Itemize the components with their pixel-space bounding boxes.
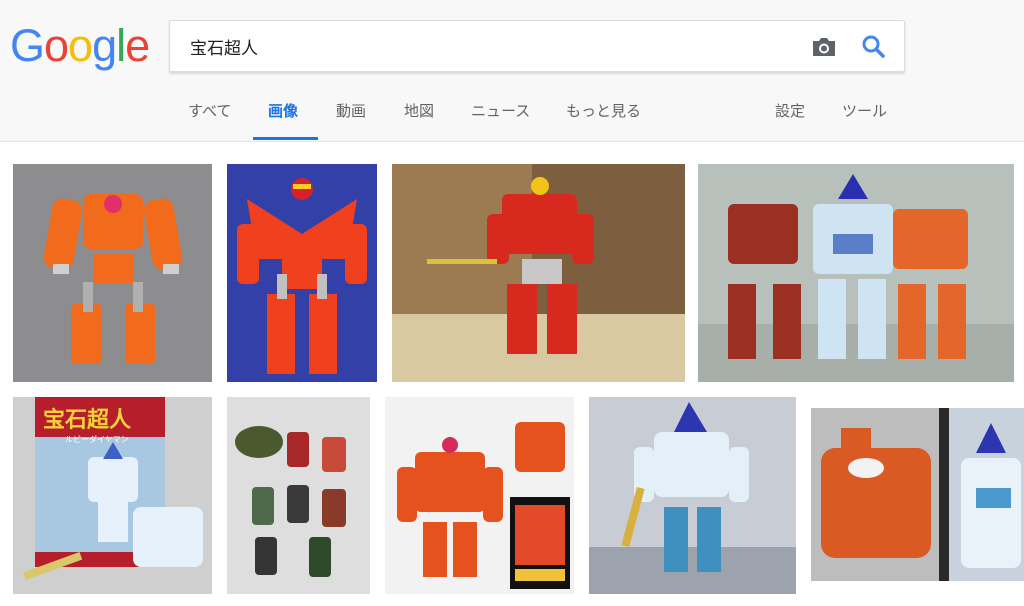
- tab-maps[interactable]: 地図: [404, 100, 434, 140]
- search-icon[interactable]: [860, 33, 888, 61]
- logo-letter-e: e: [125, 20, 150, 71]
- active-tab-indicator: [253, 137, 318, 140]
- image-result-8[interactable]: [589, 397, 796, 594]
- camera-icon[interactable]: [810, 35, 838, 59]
- logo-letter-o2: o: [68, 20, 93, 71]
- search-header: Google すべて 画像 動画 地図 ニュース もっと見る 設定 ツール: [0, 0, 1024, 142]
- image-result-6[interactable]: [227, 397, 370, 594]
- image-result-1[interactable]: [13, 164, 212, 382]
- settings-link[interactable]: 設定: [775, 100, 805, 140]
- image-result-5[interactable]: 宝石超人 ルビーダイヤマン: [13, 397, 212, 594]
- box-subtitle-text: ルビーダイヤマン: [65, 434, 129, 444]
- tab-images[interactable]: 画像: [268, 100, 298, 140]
- image-result-9[interactable]: [811, 408, 1024, 581]
- tab-more[interactable]: もっと見る: [566, 100, 641, 140]
- tab-videos[interactable]: 動画: [336, 100, 366, 140]
- image-result-2[interactable]: [227, 164, 377, 382]
- search-box: [169, 20, 905, 72]
- tab-all[interactable]: すべて: [188, 100, 231, 140]
- google-logo[interactable]: Google: [10, 20, 150, 72]
- logo-letter-l: l: [116, 20, 126, 71]
- search-input[interactable]: [190, 33, 790, 59]
- box-title-text: 宝石超人: [43, 407, 131, 433]
- logo-letter-g2: g: [92, 20, 117, 71]
- image-result-3[interactable]: [392, 164, 685, 382]
- image-result-7[interactable]: [385, 397, 574, 594]
- tab-news[interactable]: ニュース: [471, 100, 530, 140]
- logo-letter-o1: o: [44, 20, 69, 71]
- tools-link[interactable]: ツール: [842, 100, 887, 140]
- image-result-4[interactable]: [698, 164, 1014, 382]
- logo-letter-g: G: [10, 20, 45, 71]
